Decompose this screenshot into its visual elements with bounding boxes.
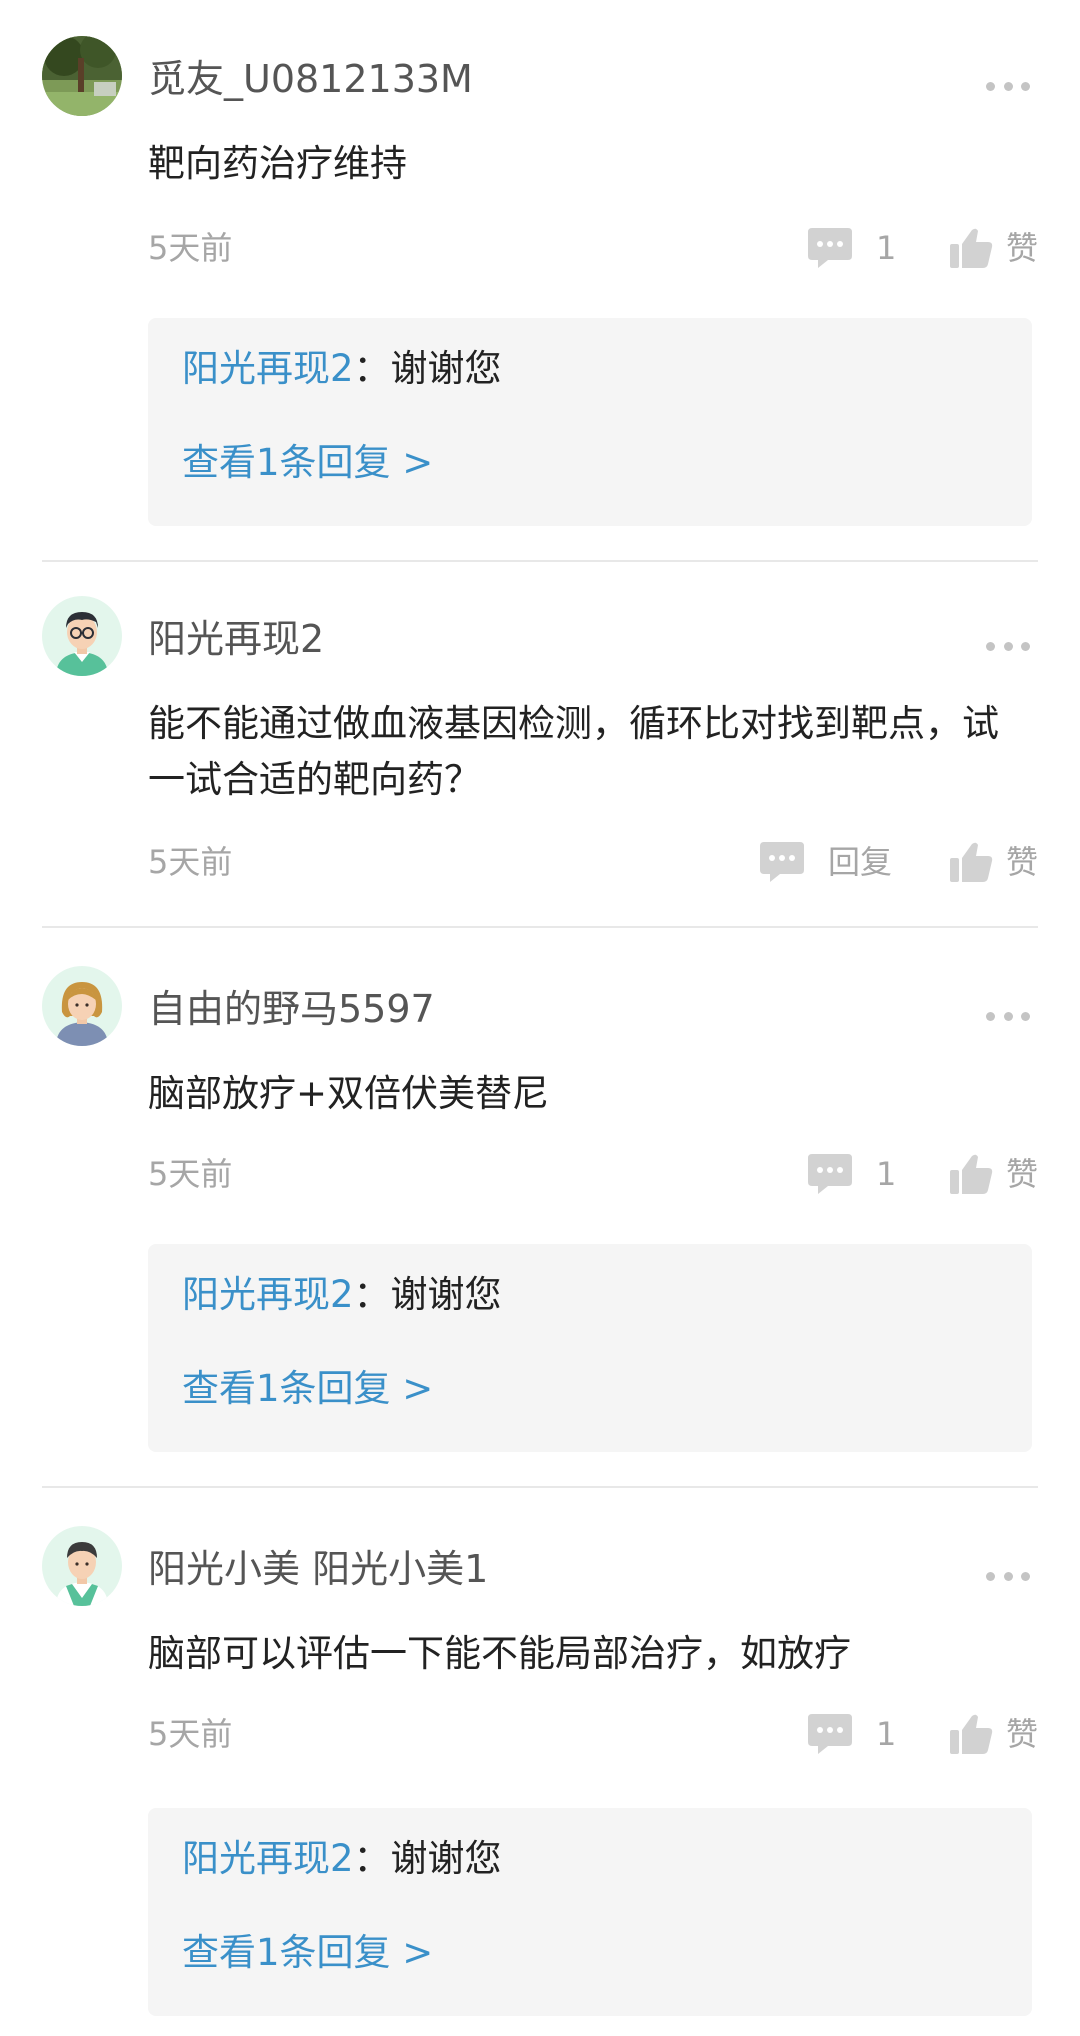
divider [42, 926, 1038, 928]
comment-time: 5天前 [148, 1715, 233, 1753]
view-replies-link[interactable]: 查看1条回复 > [182, 440, 433, 486]
reply-text: 谢谢您 [390, 347, 502, 390]
like-label: 赞 [1005, 843, 1038, 881]
reply-colon: ： [353, 1273, 391, 1316]
like-button[interactable]: 赞 [948, 226, 1038, 270]
reply-button[interactable]: 1 [806, 226, 896, 270]
comment-bubble-icon [808, 1714, 852, 1754]
comment-time: 5天前 [148, 229, 233, 267]
reply-author[interactable]: 阳光再现2 [182, 347, 354, 390]
more-dot-icon [1021, 1571, 1030, 1581]
reply-text: 谢谢您 [390, 1837, 502, 1880]
comment-time: 5天前 [148, 843, 233, 881]
username[interactable]: 阳光小美 阳光小美1 [148, 1546, 488, 1592]
comment-text: 脑部放疗+双倍伏美替尼 [148, 1072, 550, 1115]
man-glasses-avatar-icon [42, 596, 122, 676]
reply-colon: ： [353, 347, 391, 390]
thumbs-up-icon [949, 1714, 993, 1754]
reply-button[interactable]: 1 [806, 1152, 896, 1196]
more-options-button[interactable] [978, 66, 1038, 106]
reply-preview-line: 阳光再现2：谢谢您 [182, 346, 502, 392]
comment-text: 能不能通过做血液基因检测，循环比对找到靶点，试一试合适的靶向药？ [148, 702, 999, 801]
landscape-photo-avatar-icon [42, 36, 122, 116]
comment-bubble-icon [808, 228, 852, 268]
reply-preview-box[interactable]: 阳光再现2：谢谢您 查看1条回复 > [148, 1244, 1032, 1452]
more-dot-icon [1021, 81, 1030, 91]
view-replies-link[interactable]: 查看1条回复 > [182, 1366, 433, 1412]
reply-author[interactable]: 阳光再现2 [182, 1273, 354, 1316]
user-avatar[interactable] [42, 36, 122, 116]
reply-count: 1 [876, 229, 897, 267]
reply-label: 回复 [828, 843, 893, 881]
thumbs-up-icon [949, 1154, 993, 1194]
woman-avatar-icon [42, 966, 122, 1046]
comment-text: 靶向药治疗维持 [148, 142, 407, 185]
comment-text: 脑部可以评估一下能不能局部治疗，如放疗 [148, 1632, 851, 1675]
reply-preview-box[interactable]: 阳光再现2：谢谢您 查看1条回复 > [148, 1808, 1032, 2016]
reply-button[interactable]: 1 [806, 1712, 896, 1756]
more-dot-icon [1003, 1571, 1013, 1581]
more-options-button[interactable] [978, 1556, 1038, 1596]
comment-time: 5天前 [148, 1155, 233, 1193]
more-options-button[interactable] [978, 626, 1038, 666]
user-avatar[interactable] [42, 1526, 122, 1606]
username[interactable]: 觅友_U0812133M [148, 56, 473, 102]
more-dot-icon [986, 641, 995, 651]
reply-count: 1 [876, 1715, 897, 1753]
comment-bubble-icon [808, 1154, 852, 1194]
like-button[interactable]: 赞 [948, 840, 1038, 884]
reply-colon: ： [353, 1837, 391, 1880]
thumbs-up-icon [949, 842, 993, 882]
like-label: 赞 [1005, 1715, 1038, 1753]
thumbs-up-icon [949, 228, 993, 268]
more-dot-icon [1003, 81, 1013, 91]
divider [42, 560, 1038, 562]
view-replies-link[interactable]: 查看1条回复 > [182, 1930, 433, 1976]
reply-button[interactable]: 回复 [758, 840, 892, 884]
user-avatar[interactable] [42, 596, 122, 676]
like-label: 赞 [1005, 1155, 1038, 1193]
like-button[interactable]: 赞 [948, 1712, 1038, 1756]
user-avatar[interactable] [42, 966, 122, 1046]
username[interactable]: 自由的野马5597 [148, 986, 435, 1032]
comment-bubble-icon [760, 842, 804, 882]
reply-text: 谢谢您 [390, 1273, 502, 1316]
more-dot-icon [986, 1571, 995, 1581]
like-button[interactable]: 赞 [948, 1152, 1038, 1196]
more-dot-icon [1003, 1011, 1013, 1021]
reply-preview-line: 阳光再现2：谢谢您 [182, 1272, 502, 1318]
more-dot-icon [986, 81, 995, 91]
more-dot-icon [986, 1011, 995, 1021]
more-options-button[interactable] [978, 996, 1038, 1036]
more-dot-icon [1003, 641, 1013, 651]
reply-author[interactable]: 阳光再现2 [182, 1837, 354, 1880]
more-dot-icon [1021, 1011, 1030, 1021]
username[interactable]: 阳光再现2 [148, 616, 324, 662]
reply-count: 1 [876, 1155, 897, 1193]
doctor-avatar-icon [42, 1526, 122, 1606]
reply-preview-box[interactable]: 阳光再现2：谢谢您 查看1条回复 > [148, 318, 1032, 526]
divider [42, 1486, 1038, 1488]
more-dot-icon [1021, 641, 1030, 651]
like-label: 赞 [1005, 229, 1038, 267]
reply-preview-line: 阳光再现2：谢谢您 [182, 1836, 502, 1882]
